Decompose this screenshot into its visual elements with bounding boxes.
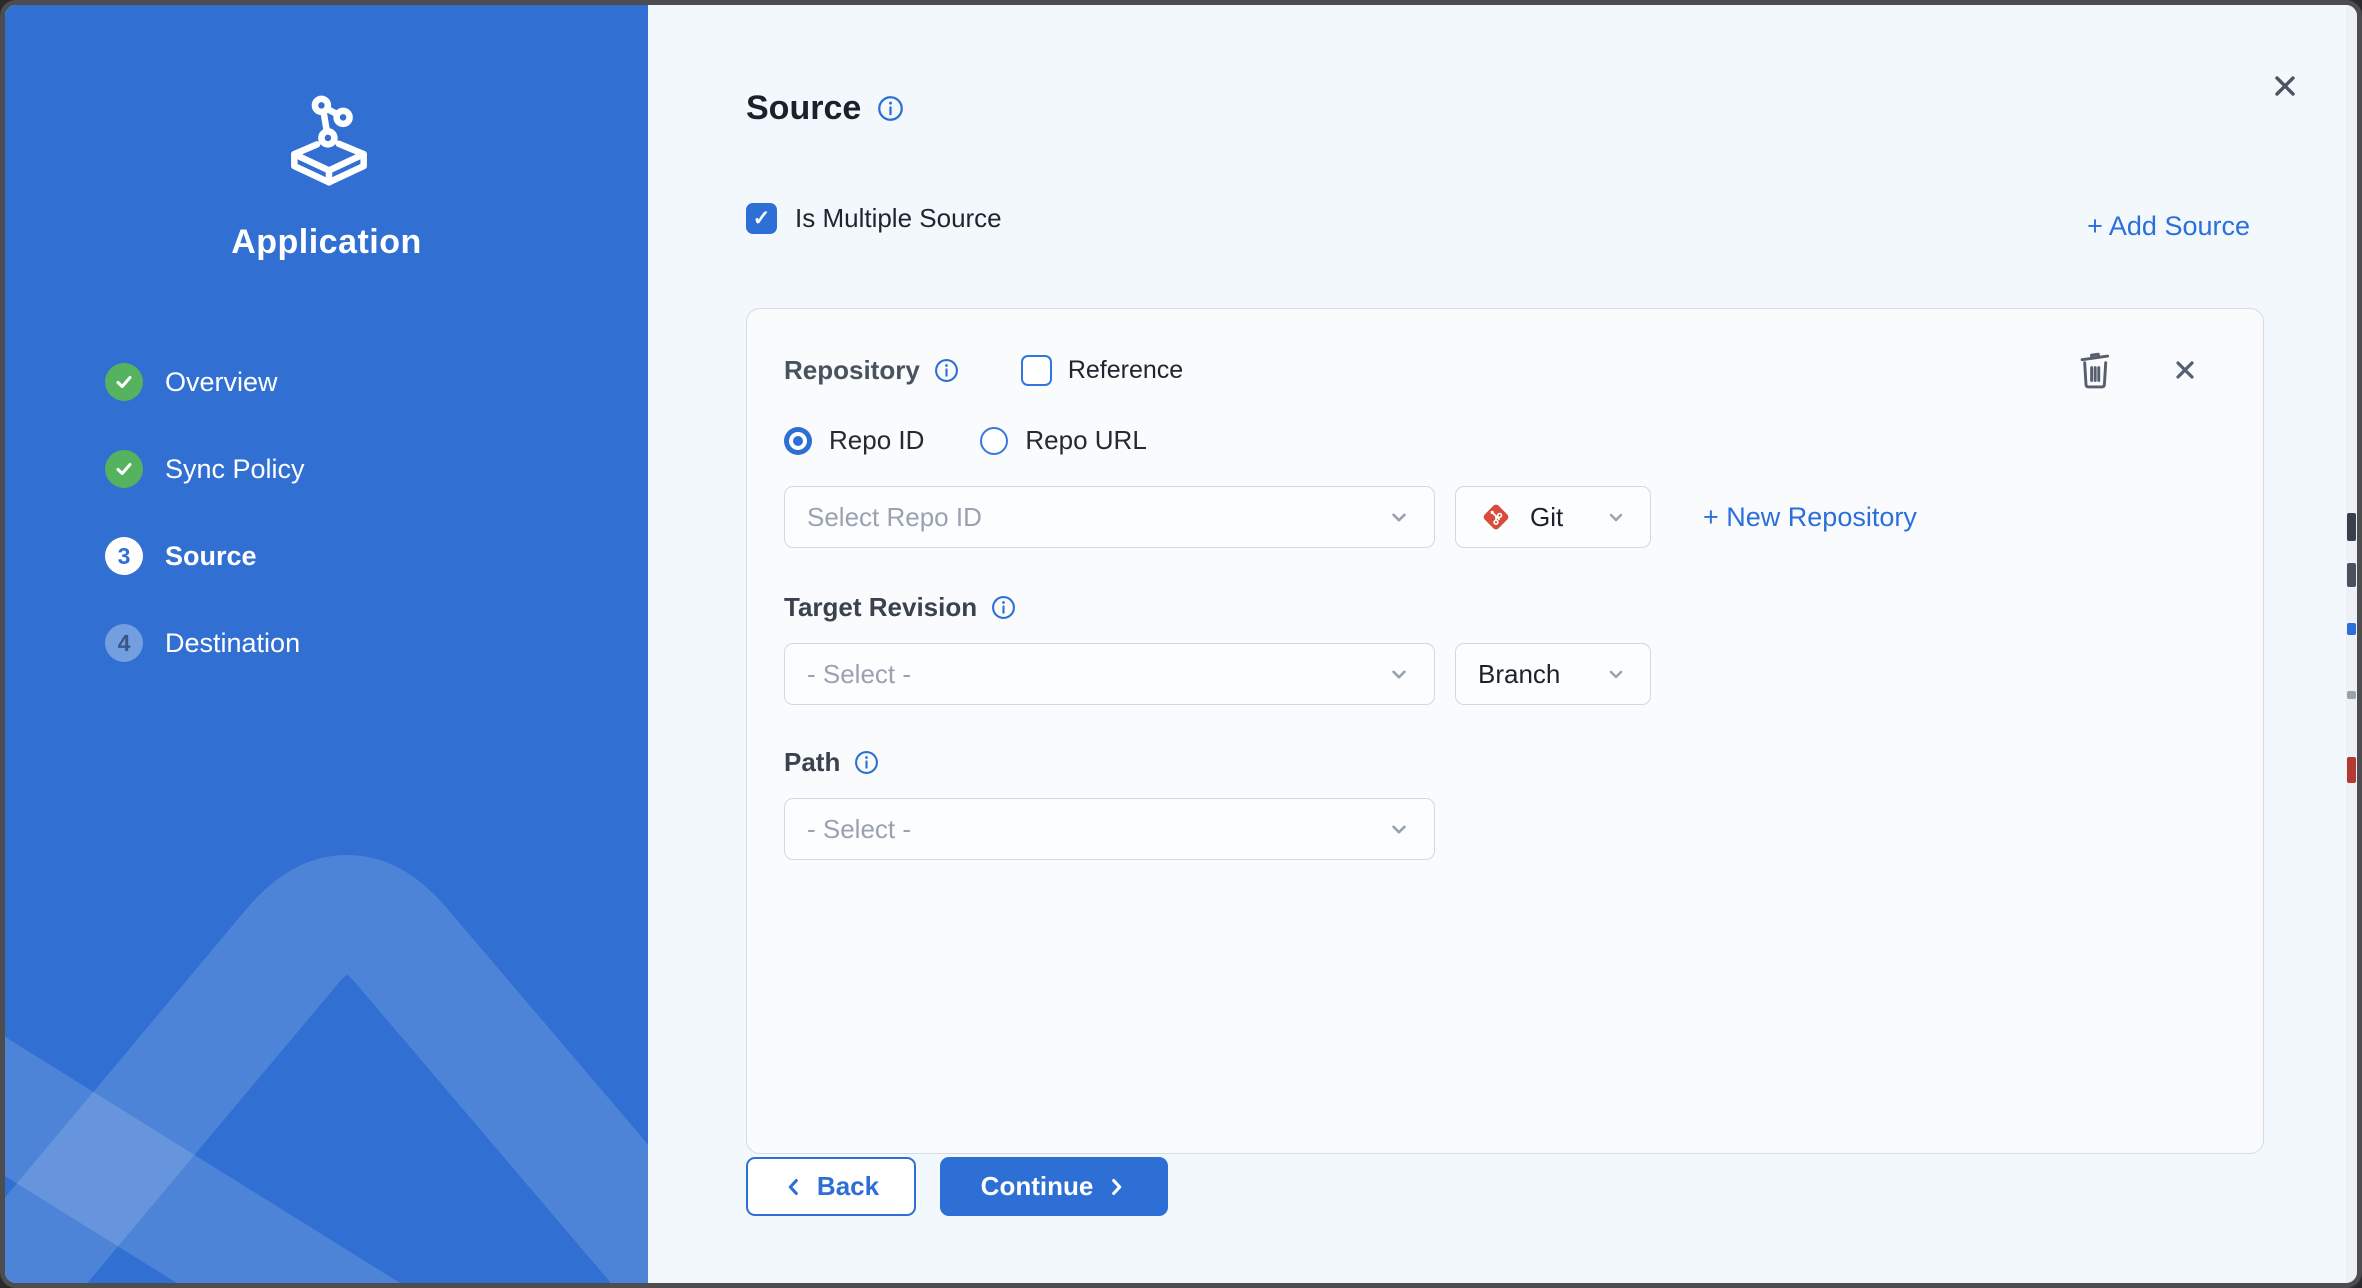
info-icon[interactable] (877, 95, 904, 122)
step-label: Source (165, 541, 257, 572)
repo-id-select[interactable]: Select Repo ID (784, 486, 1435, 548)
repo-id-radio[interactable] (784, 427, 812, 455)
close-icon (2270, 71, 2300, 101)
delete-source-button[interactable] (2076, 349, 2116, 391)
new-repository-link[interactable]: + New Repository (1703, 502, 1917, 533)
reference-checkbox[interactable] (1021, 355, 1052, 386)
page-title-row: Source (746, 89, 904, 128)
add-source-link[interactable]: + Add Source (2087, 211, 2250, 242)
repo-select-row: Select Repo ID (784, 486, 2226, 548)
brand-watermark (5, 713, 648, 1283)
chevron-left-icon (783, 1176, 805, 1198)
remove-source-button[interactable] (2170, 355, 2200, 385)
repo-mode-radios: Repo ID Repo URL (784, 425, 2226, 456)
is-multiple-source-label: Is Multiple Source (795, 203, 1002, 234)
page-title: Source (746, 89, 861, 128)
step-done-badge (105, 450, 143, 488)
check-icon (114, 372, 134, 392)
chevron-down-icon (1386, 816, 1412, 842)
wizard-title: Application (5, 223, 648, 262)
check-icon (114, 459, 134, 479)
repo-id-radio-label: Repo ID (829, 425, 924, 456)
step-label: Destination (165, 628, 300, 659)
path-label-row: Path (784, 747, 2226, 778)
repo-type-select[interactable]: Git (1455, 486, 1651, 548)
step-destination[interactable]: 4 Destination (105, 624, 305, 662)
step-label: Overview (165, 367, 278, 398)
continue-button-label: Continue (981, 1171, 1094, 1202)
wizard-footer: Back Continue (746, 1157, 1168, 1216)
repository-source-card: Repository Reference (746, 308, 2264, 1154)
revision-type-value: Branch (1478, 659, 1604, 690)
reference-label: Reference (1068, 356, 1183, 385)
application-wizard-modal: Application Overview Sync Policy 3 Sourc… (0, 0, 2362, 1288)
step-source[interactable]: 3 Source (105, 537, 305, 575)
is-multiple-source-checkbox[interactable] (746, 203, 777, 234)
wizard-sidebar: Application Overview Sync Policy 3 Sourc… (5, 5, 648, 1283)
repository-card-header: Repository Reference (784, 349, 2226, 391)
revision-type-select[interactable]: Branch (1455, 643, 1651, 705)
close-modal-button[interactable] (2262, 63, 2308, 109)
target-revision-select[interactable]: - Select - (784, 643, 1435, 705)
target-revision-label-row: Target Revision (784, 592, 2226, 623)
trash-icon (2076, 349, 2116, 391)
path-placeholder: - Select - (807, 814, 1386, 845)
target-revision-row: - Select - Branch (784, 643, 2226, 705)
close-icon (2170, 355, 2200, 385)
repo-type-value: Git (1530, 502, 1604, 533)
chevron-right-icon (1105, 1176, 1127, 1198)
step-label: Sync Policy (165, 454, 305, 485)
target-revision-label: Target Revision (784, 592, 977, 623)
git-logo-icon (1478, 499, 1514, 535)
wizard-steps: Overview Sync Policy 3 Source 4 Destinat… (105, 363, 305, 711)
info-icon[interactable] (854, 750, 879, 775)
path-row: - Select - (784, 798, 2226, 860)
step-number-badge: 3 (105, 537, 143, 575)
target-revision-placeholder: - Select - (807, 659, 1386, 690)
path-select[interactable]: - Select - (784, 798, 1435, 860)
continue-button[interactable]: Continue (940, 1157, 1168, 1216)
chevron-down-icon (1604, 662, 1628, 686)
application-box-git-icon (277, 87, 381, 191)
info-icon[interactable] (991, 595, 1016, 620)
source-step-panel: Source Is Multiple Source + Add Source R… (648, 5, 2346, 1283)
back-button-label: Back (817, 1171, 879, 1202)
chevron-down-icon (1386, 504, 1412, 530)
chevron-down-icon (1604, 505, 1628, 529)
info-icon[interactable] (934, 358, 959, 383)
step-overview[interactable]: Overview (105, 363, 305, 401)
step-done-badge (105, 363, 143, 401)
is-multiple-source-row: Is Multiple Source (746, 203, 1002, 234)
repo-id-select-placeholder: Select Repo ID (807, 502, 1386, 533)
chevron-down-icon (1386, 661, 1412, 687)
reference-group: Reference (1021, 355, 1183, 386)
repo-url-radio-label: Repo URL (1025, 425, 1146, 456)
step-number-badge: 4 (105, 624, 143, 662)
repo-url-radio[interactable] (980, 427, 1008, 455)
path-label: Path (784, 747, 840, 778)
back-button[interactable]: Back (746, 1157, 916, 1216)
repository-card-title: Repository (784, 355, 920, 386)
step-sync-policy[interactable]: Sync Policy (105, 450, 305, 488)
background-page-sliver (2346, 5, 2357, 1283)
